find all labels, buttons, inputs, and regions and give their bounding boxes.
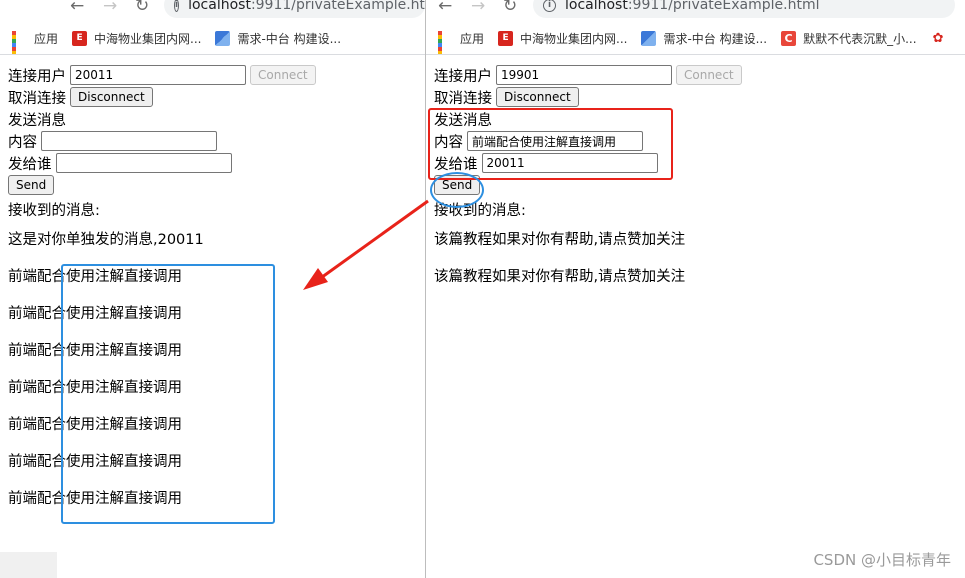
content-input[interactable] — [467, 131, 643, 151]
to-input[interactable] — [55, 153, 232, 173]
send-row: Send — [434, 174, 957, 196]
red-e-icon: E — [72, 31, 88, 46]
message-item: 前端配合使用注解直接调用 — [8, 454, 182, 470]
bookmarks-bar: 应用 E 中海物业集团内网... 需求-中台 构建设... C 默默不代表沉默_… — [426, 23, 965, 55]
message-item: 前端配合使用注解直接调用 — [8, 380, 182, 396]
bookmark-item-2[interactable]: 需求-中台 构建设... — [215, 30, 341, 47]
site-info-icon[interactable]: i — [543, 0, 556, 12]
send-button[interactable]: Send — [8, 175, 55, 195]
bookmark-item-4[interactable]: ✿ — [931, 31, 953, 46]
bookmark-item-1[interactable]: E 中海物业集团内网... — [498, 30, 627, 47]
bookmark-item-3[interactable]: C 默默不代表沉默_小... — [781, 30, 917, 47]
url-path: :9911/privateExample.htm — [250, 0, 425, 13]
received-label: 接收到的消息: — [434, 202, 526, 219]
content-row: 内容 — [8, 130, 417, 152]
to-label: 发给谁 — [8, 156, 52, 173]
received-label: 接收到的消息: — [8, 202, 100, 219]
send-section-label: 发送消息 — [8, 112, 66, 129]
message-item: 前端配合使用注解直接调用 — [8, 491, 182, 507]
user-input[interactable] — [496, 65, 672, 85]
url-host: localhost — [188, 0, 251, 13]
disconnect-row: 取消连接 Disconnect — [434, 86, 957, 108]
bookmark-label: 应用 — [460, 32, 485, 46]
received-row: 接收到的消息: — [434, 198, 957, 220]
address-bar[interactable]: i localhost:9911/privateExample.html — [533, 0, 955, 18]
connect-button[interactable]: Connect — [250, 65, 316, 85]
connect-row: 连接用户 Connect — [434, 64, 957, 86]
user-input[interactable] — [70, 65, 246, 85]
disconnect-label: 取消连接 — [434, 90, 492, 107]
send-section-row: 发送消息 — [434, 108, 957, 130]
connect-user-label: 连接用户 — [434, 68, 492, 85]
blue-flag-icon — [215, 31, 231, 46]
nav-bar: ← → ↻ i localhost:9911/privateExample.ht… — [426, 0, 965, 20]
content-row: 内容 — [434, 130, 957, 152]
disconnect-row: 取消连接 Disconnect — [8, 86, 417, 108]
send-button[interactable]: Send — [434, 175, 481, 195]
apps-grid-icon — [438, 31, 453, 54]
message-item: 前端配合使用注解直接调用 — [8, 417, 182, 433]
page-content: 连接用户 Connect 取消连接 Disconnect 发送消息 内容 发给谁… — [0, 56, 425, 578]
send-section-row: 发送消息 — [8, 108, 417, 130]
bookmark-apps[interactable]: 应用 — [438, 30, 485, 54]
bookmark-apps[interactable]: 应用 — [12, 30, 59, 54]
send-section-label: 发送消息 — [434, 112, 492, 129]
content-input[interactable] — [41, 131, 217, 151]
content-label: 内容 — [434, 134, 463, 151]
bookmark-label: 应用 — [34, 32, 59, 46]
url-path: :9911/privateExample.html — [627, 0, 820, 13]
bookmarks-bar: 应用 E 中海物业集团内网... 需求-中台 构建设... — [0, 23, 425, 55]
connect-button[interactable]: Connect — [676, 65, 742, 85]
bookmark-item-1[interactable]: E 中海物业集团内网... — [72, 30, 201, 47]
red-e-icon: E — [498, 31, 514, 46]
content-label: 内容 — [8, 134, 37, 151]
to-input[interactable] — [481, 153, 658, 173]
message-item: 前端配合使用注解直接调用 — [8, 269, 182, 285]
to-row: 发给谁 — [8, 152, 417, 174]
reload-icon[interactable]: ↻ — [503, 0, 517, 16]
csdn-c-icon: C — [781, 31, 797, 46]
to-label: 发给谁 — [434, 156, 478, 173]
bookmark-label: 默默不代表沉默_小... — [803, 32, 917, 46]
forward-arrow-icon[interactable]: → — [103, 0, 117, 16]
back-arrow-icon[interactable]: ← — [70, 0, 84, 16]
page-content: 连接用户 Connect 取消连接 Disconnect 发送消息 内容 发给谁… — [426, 56, 965, 578]
watermark: CSDN @小目标青年 — [813, 551, 951, 569]
to-row: 发给谁 — [434, 152, 957, 174]
bookmark-label: 需求-中台 构建设... — [663, 32, 768, 46]
blue-flag-icon — [641, 31, 657, 46]
disconnect-label: 取消连接 — [8, 90, 66, 107]
connect-user-label: 连接用户 — [8, 68, 66, 85]
message-item: 前端配合使用注解直接调用 — [8, 306, 182, 322]
site-info-icon[interactable]: i — [174, 0, 180, 12]
reload-icon[interactable]: ↻ — [135, 0, 149, 16]
huawei-icon: ✿ — [932, 31, 944, 46]
address-bar[interactable]: i localhost:9911/privateExample.htm — [164, 0, 425, 18]
forward-arrow-icon[interactable]: → — [471, 0, 485, 16]
window-edge — [0, 552, 57, 578]
back-arrow-icon[interactable]: ← — [438, 0, 452, 16]
message-item: 该篇教程如果对你有帮助,请点赞加关注 — [434, 269, 686, 285]
bookmark-label: 中海物业集团内网... — [94, 32, 202, 46]
nav-bar: ← → ↻ i localhost:9911/privateExample.ht… — [0, 0, 425, 20]
message-item: 这是对你单独发的消息,20011 — [8, 232, 204, 248]
bookmark-label: 中海物业集团内网... — [520, 32, 628, 46]
disconnect-button[interactable]: Disconnect — [496, 87, 579, 107]
received-row: 接收到的消息: — [8, 198, 417, 220]
bookmark-item-2[interactable]: 需求-中台 构建设... — [641, 30, 767, 47]
browser-window-left: ← → ↻ i localhost:9911/privateExample.ht… — [0, 0, 425, 578]
url-host: localhost — [565, 0, 628, 13]
disconnect-button[interactable]: Disconnect — [70, 87, 153, 107]
apps-grid-icon — [12, 31, 27, 54]
message-item: 该篇教程如果对你有帮助,请点赞加关注 — [434, 232, 686, 248]
bookmark-label: 需求-中台 构建设... — [237, 32, 342, 46]
connect-row: 连接用户 Connect — [8, 64, 417, 86]
send-row: Send — [8, 174, 417, 196]
browser-window-right: ← → ↻ i localhost:9911/privateExample.ht… — [425, 0, 965, 578]
message-item: 前端配合使用注解直接调用 — [8, 343, 182, 359]
